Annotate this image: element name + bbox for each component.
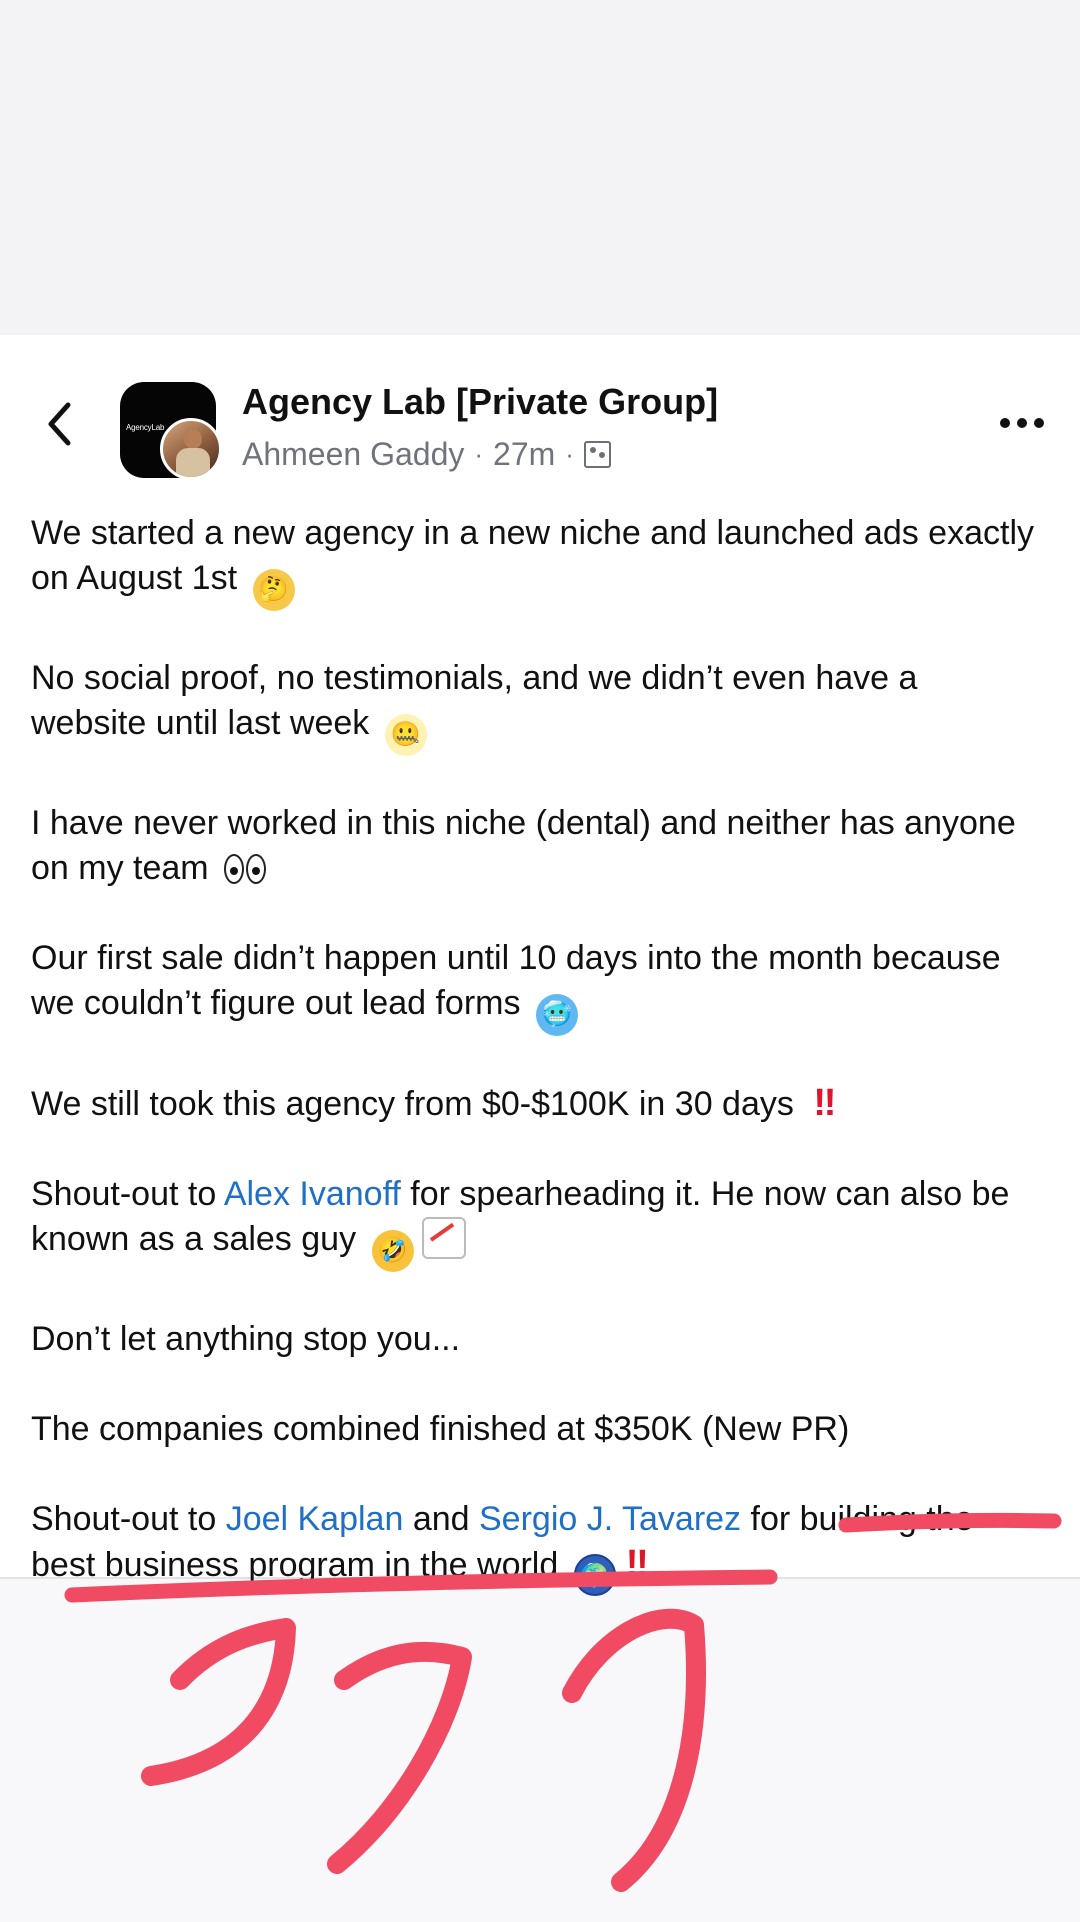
cold-face-icon: 🥶: [535, 994, 578, 1036]
double-exclamation-icon: ‼: [625, 1543, 649, 1585]
top-blank-area: [0, 0, 1080, 335]
post-paragraph: We started a new agency in a new niche a…: [31, 511, 1041, 611]
post-paragraph: I have never worked in this niche (denta…: [31, 801, 1041, 891]
post-paragraph-text: We started a new agency in a new niche a…: [31, 514, 1034, 597]
mention-link[interactable]: Sergio J. Tavarez: [479, 1500, 741, 1538]
group-name[interactable]: Agency Lab [Private Group]: [242, 380, 718, 424]
post-paragraph-text: Our first sale didn’t happen until 10 da…: [31, 939, 1001, 1022]
chart-increasing-icon: [421, 1217, 466, 1259]
post-paragraph: Don’t let anything stop you...: [31, 1317, 1041, 1362]
post-paragraph-text: The companies combined finished at $350K…: [31, 1410, 850, 1448]
meta-separator: ·: [565, 438, 574, 469]
globe-icon: 🌍: [573, 1554, 616, 1596]
rolling-laughing-face-icon: 🤣: [371, 1230, 414, 1272]
post-meta: Ahmeen Gaddy · 27m ·: [242, 434, 611, 474]
mention-link[interactable]: Joel Kaplan: [226, 1500, 404, 1538]
group-avatar-text: AgencyLab: [126, 423, 165, 432]
more-horizontal-icon[interactable]: [998, 412, 1046, 434]
post-paragraph: No social proof, no testimonials, and we…: [31, 656, 1041, 756]
post-paragraph: Shout-out to Alex Ivanoff for spearheadi…: [31, 1172, 1041, 1272]
post-paragraph-text: Shout-out to: [31, 1175, 224, 1213]
post-paragraph-text: Shout-out to: [31, 1500, 226, 1538]
post-paragraph-text: We still took this agency from $0-$100K …: [31, 1085, 794, 1123]
eyes-icon: [224, 854, 267, 884]
post-paragraph: The companies combined finished at $350K…: [31, 1407, 1041, 1452]
author-name[interactable]: Ahmeen Gaddy: [242, 436, 464, 473]
post-paragraph: Shout-out to Joel Kaplan and Sergio J. T…: [31, 1497, 1041, 1596]
author-avatar[interactable]: [160, 418, 222, 480]
meta-separator: ·: [474, 438, 484, 469]
chevron-left-icon[interactable]: [44, 400, 74, 448]
thinking-face-icon: 🤔: [252, 569, 295, 611]
post-paragraph-text: I have never worked in this niche (denta…: [31, 804, 1016, 887]
post-paragraph-text: Don’t let anything stop you...: [31, 1320, 461, 1358]
double-exclamation-icon: ‼: [813, 1082, 836, 1124]
post-text: We started a new agency in a new niche a…: [31, 511, 1041, 1641]
post-time[interactable]: 27m: [493, 436, 555, 473]
post-paragraph-text: and: [403, 1500, 479, 1538]
post-paragraph: We still took this agency from $0-$100K …: [31, 1081, 1041, 1127]
post-paragraph-text: No social proof, no testimonials, and we…: [31, 659, 918, 742]
group-privacy-icon: [583, 440, 611, 468]
mention-link[interactable]: Alex Ivanoff: [224, 1175, 401, 1213]
post-paragraph: Our first sale didn’t happen until 10 da…: [31, 936, 1041, 1036]
zipper-mouth-face-icon: 🤐: [384, 714, 427, 756]
